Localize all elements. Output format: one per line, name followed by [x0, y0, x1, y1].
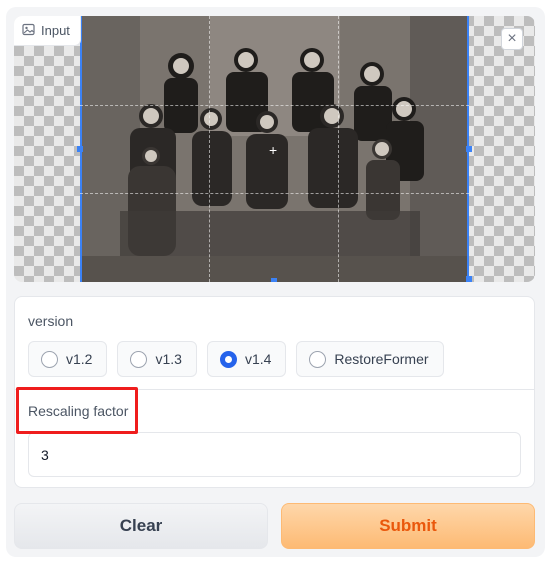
clear-button-label: Clear	[119, 516, 163, 535]
crop-handle-bottom[interactable]	[271, 278, 277, 282]
image-icon	[22, 23, 35, 39]
image-input[interactable]: Input × +	[14, 16, 535, 282]
version-option-v1-3[interactable]: v1.3	[117, 341, 197, 377]
clear-button[interactable]: Clear	[14, 503, 268, 549]
version-option-v1-2[interactable]: v1.2	[28, 341, 108, 377]
radio-unchecked-icon[interactable]	[309, 350, 327, 368]
submit-button-label: Submit	[379, 516, 437, 535]
option-label: v1.4	[244, 351, 272, 367]
submit-button[interactable]: Submit	[281, 503, 535, 549]
radio-unchecked-icon[interactable]	[41, 350, 58, 368]
radio-checked-icon[interactable]	[219, 350, 237, 368]
version-option-v1-4[interactable]: v1.4	[206, 341, 287, 377]
highlight-annotation	[16, 387, 138, 434]
rescaling-factor-input[interactable]: 3	[28, 432, 521, 477]
version-radio-group: v1.2 v1.3 v1.4 RestoreFormer	[28, 341, 444, 377]
crosshair-icon: +	[269, 142, 278, 158]
crop-grid-line	[80, 105, 469, 106]
close-button[interactable]: ×	[501, 28, 523, 50]
radio-unchecked-icon[interactable]	[130, 350, 148, 368]
crop-handle-corner[interactable]	[466, 276, 472, 282]
option-label: RestoreFormer	[334, 351, 429, 367]
input-label: Input	[41, 23, 70, 38]
rescaling-factor-value: 3	[41, 446, 49, 463]
crop-grid-line	[80, 193, 469, 194]
crop-handle-right[interactable]	[466, 146, 472, 152]
option-label: v1.3	[155, 351, 182, 367]
crop-handle-left[interactable]	[77, 146, 83, 152]
crop-grid-line	[338, 16, 339, 282]
input-label-badge: Input	[14, 16, 81, 46]
option-label: v1.2	[66, 351, 93, 367]
crop-grid-line	[209, 16, 210, 282]
version-option-restoreformer[interactable]: RestoreFormer	[296, 341, 444, 377]
version-label: version	[28, 313, 74, 329]
close-icon: ×	[507, 30, 517, 47]
